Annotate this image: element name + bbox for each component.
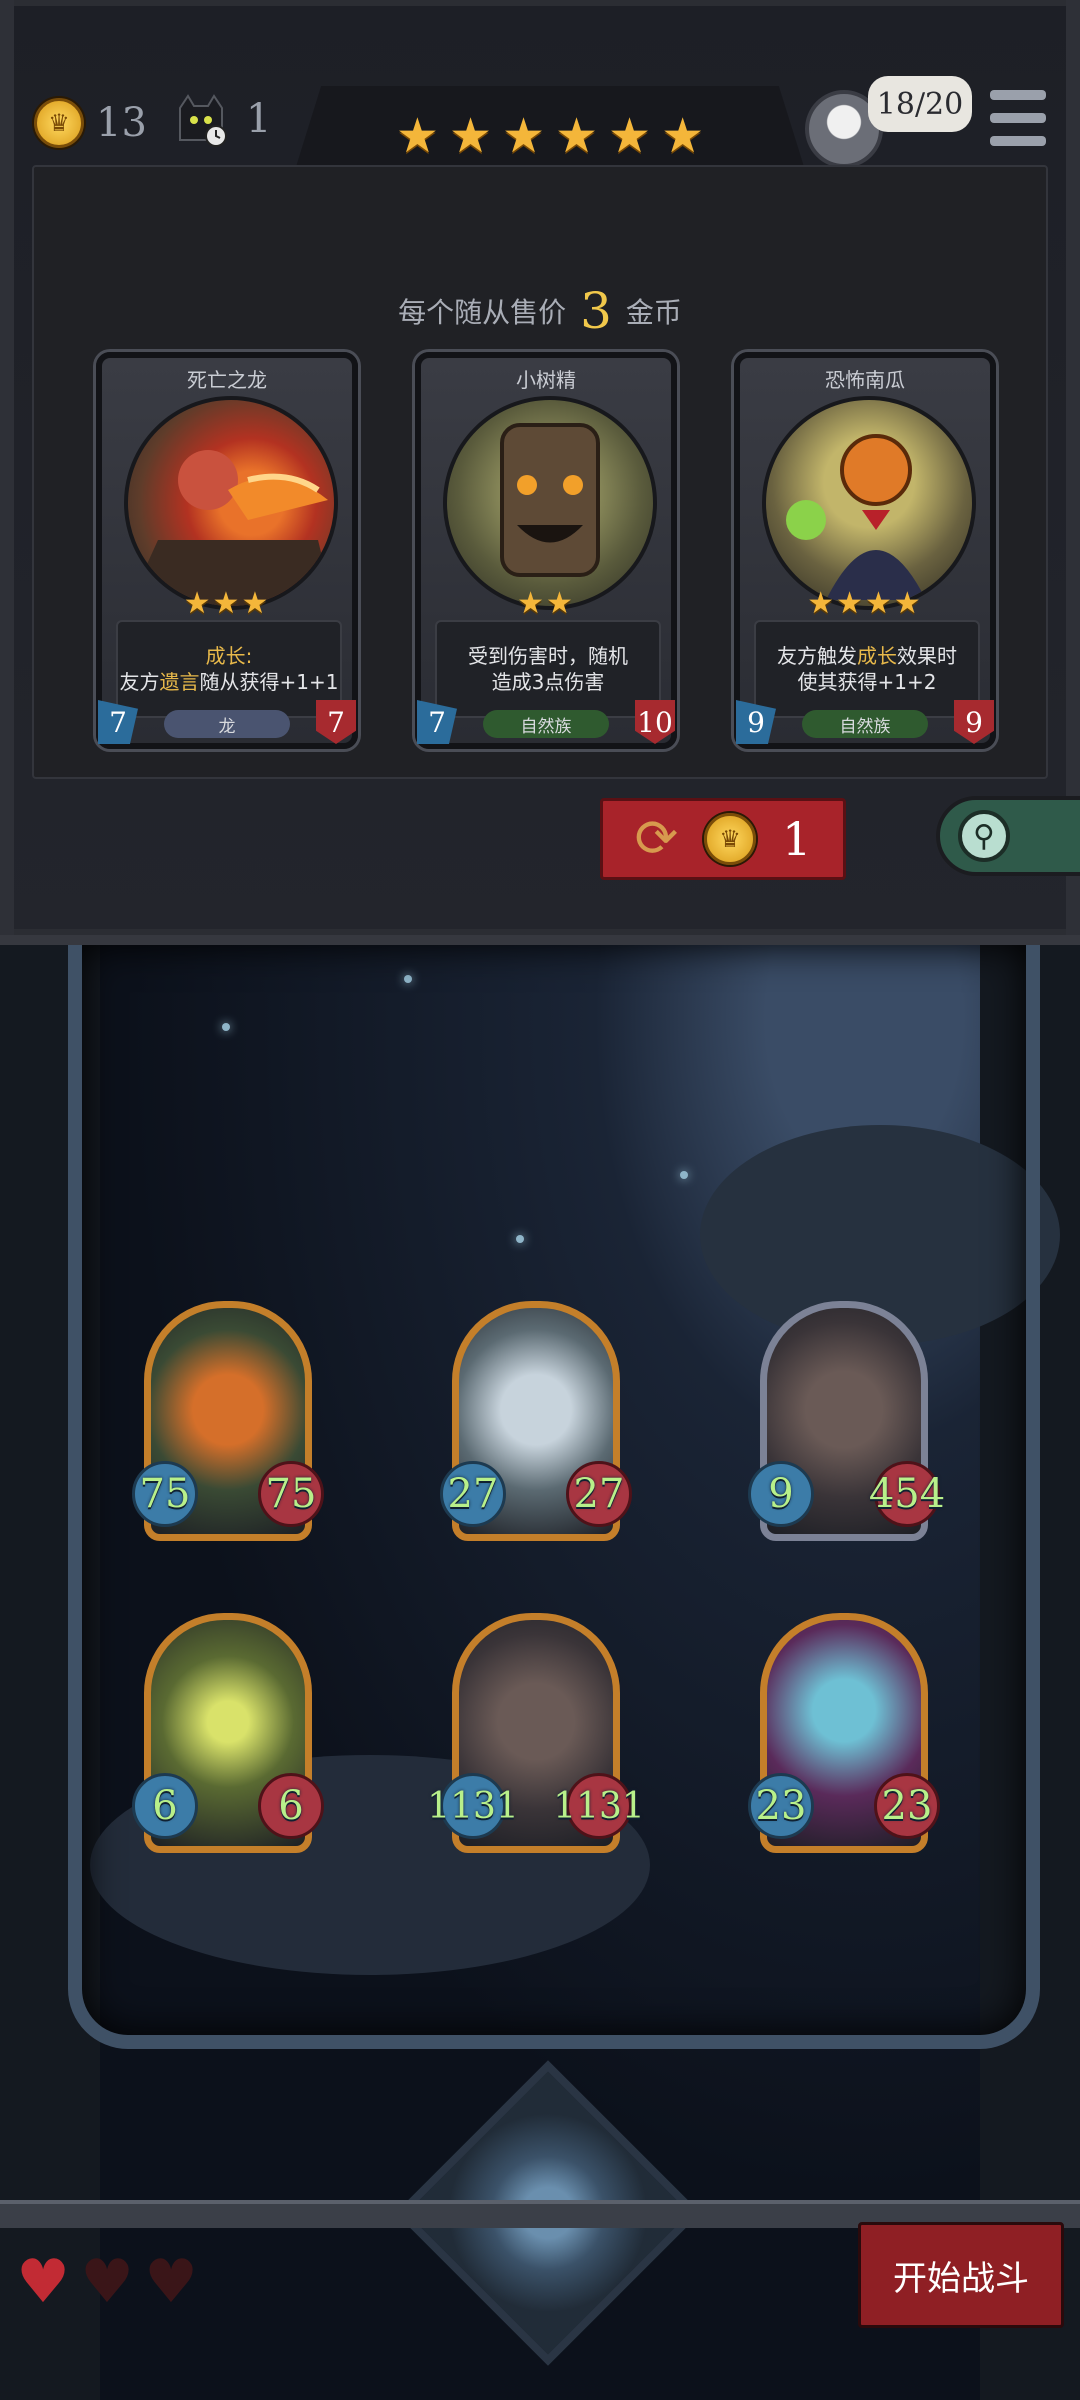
minion-attack: 1131 — [427, 1773, 519, 1839]
health-value: 10 — [635, 700, 675, 744]
desc-line: 受到伤害时，随机 — [468, 644, 628, 668]
health-value: 9 — [954, 700, 994, 744]
tribe-badge: 龙 — [164, 710, 290, 738]
desc-line: 成长: — [205, 644, 253, 668]
tier-star-icon: ★ — [395, 108, 439, 164]
magnifier-icon: ⚲ — [958, 810, 1010, 862]
desc-line: 使其获得+1+2 — [797, 670, 937, 694]
wooden-treant-icon — [443, 396, 657, 610]
tier-star-icon: ★ — [608, 108, 652, 164]
tribe-badge: 自然族 — [483, 710, 609, 738]
life-heart-icon: ♥ — [16, 2247, 70, 2317]
minion-health: 6 — [258, 1773, 324, 1839]
frame-rail-right — [1066, 0, 1080, 935]
tier-star-icon: ★ — [661, 108, 705, 164]
refresh-cost: 1 — [782, 812, 812, 866]
battle-board: 75 75 27 27 9 454 6 6 1131 1131 23 23 — [0, 945, 1080, 2400]
minion-health: 75 — [258, 1461, 324, 1527]
cat-timer-counter: 1 — [172, 94, 272, 147]
minion-attack: 9 — [748, 1461, 814, 1527]
card-description: 友方触发成长效果时 使其获得+1+2 — [754, 620, 980, 718]
tribe-badge: 自然族 — [802, 710, 928, 738]
desc-keyword: 遗言 — [159, 670, 200, 694]
minion-slot-4[interactable]: 6 6 — [132, 1613, 324, 1853]
desc-line: 友方 — [119, 670, 160, 694]
card-name: 小树精 — [516, 368, 576, 392]
shop-market: 每个随从售价 3 金币 死亡之龙 ★★★ 成长: 友方遗言随从获得+1+1 7 — [32, 165, 1048, 779]
top-status-bar: ♛ 13 1 ★ ★ ★ ★ ★ ★ 18/20 — [0, 0, 1080, 186]
shop-card-little-treant[interactable]: 小树精 ★★ 受到伤害时，随机 造成3点伤害 7 自然族 10 — [415, 352, 677, 749]
refresh-cycle-icon: ⟳ — [634, 809, 679, 869]
shop-card-death-dragon[interactable]: 死亡之龙 ★★★ 成长: 友方遗言随从获得+1+1 7 龙 7 — [96, 352, 358, 749]
minion-slot-3[interactable]: 9 454 — [748, 1301, 945, 1541]
card-description: 成长: 友方遗言随从获得+1+1 — [116, 620, 342, 718]
minion-slot-6[interactable]: 23 23 — [748, 1613, 940, 1853]
desc-line: 造成3点伤害 — [491, 670, 605, 694]
tier-star-icon: ★ — [448, 108, 492, 164]
search-button[interactable]: ⚲ — [936, 796, 1080, 876]
card-name: 死亡之龙 — [187, 368, 267, 392]
life-heart-icon: ♥ — [144, 2247, 198, 2317]
tier-star-icon: ★ — [501, 108, 545, 164]
gold-coin-icon: ♛ — [34, 98, 84, 148]
pumpkin-head-icon — [762, 396, 976, 610]
minion-health: 27 — [566, 1461, 632, 1527]
refresh-shop-button[interactable]: ⟳ ♛ 1 — [600, 798, 846, 880]
cat-value: 1 — [246, 96, 272, 142]
gold-value: 13 — [96, 100, 147, 146]
minion-health: 454 — [869, 1461, 945, 1527]
frame-rail-left — [0, 0, 14, 935]
desc-line: 友方触发 — [777, 644, 857, 668]
shop-panel: ♛ 13 1 ★ ★ ★ ★ ★ ★ 18/20 每个随从售价 3 金币 死亡之… — [0, 0, 1080, 945]
minion-health: 1131 — [553, 1773, 645, 1839]
gold-coin-icon: ♛ — [704, 813, 757, 865]
card-name: 恐怖南瓜 — [825, 368, 905, 392]
desc-line: 效果时 — [897, 644, 957, 668]
sell-price-info: 每个随从售价 3 金币 — [34, 282, 1046, 340]
red-dragon-icon — [124, 396, 338, 610]
life-heart-icon: ♥ — [80, 2247, 134, 2317]
tier-star-icon: ★ — [555, 108, 599, 164]
minion-attack: 75 — [132, 1461, 198, 1527]
gold-counter: ♛ 13 — [34, 98, 147, 148]
card-stars: ★★ — [517, 586, 575, 621]
start-battle-button[interactable]: 开始战斗 — [858, 2222, 1064, 2328]
card-stars: ★★★★ — [807, 586, 923, 621]
card-description: 受到伤害时，随机 造成3点伤害 — [435, 620, 661, 718]
health-value: 7 — [316, 700, 356, 744]
shop-card-scary-pumpkin[interactable]: 恐怖南瓜 ★★★★ 友方触发成长效果时 使其获得+1+2 9 自然族 9 — [734, 352, 996, 749]
sell-price-prefix: 每个随从售价 — [398, 296, 567, 329]
minion-attack: 6 — [132, 1773, 198, 1839]
black-cat-clock-icon — [172, 90, 230, 148]
desc-line: 随从获得+1+1 — [199, 670, 339, 694]
minion-slot-2[interactable]: 27 27 — [440, 1301, 632, 1541]
minion-slot-5[interactable]: 1131 1131 — [427, 1613, 645, 1853]
hamburger-menu-icon[interactable] — [990, 90, 1046, 146]
sell-price-value: 3 — [580, 282, 612, 340]
card-stars: ★★★ — [183, 586, 271, 621]
minion-health: 23 — [874, 1773, 940, 1839]
desc-keyword: 成长 — [857, 644, 897, 668]
minion-attack: 27 — [440, 1461, 506, 1527]
minion-slot-1[interactable]: 75 75 — [132, 1301, 324, 1541]
sell-price-suffix: 金币 — [625, 296, 682, 329]
minion-attack: 23 — [748, 1773, 814, 1839]
ally-count-bubble: 18/20 — [868, 76, 972, 132]
